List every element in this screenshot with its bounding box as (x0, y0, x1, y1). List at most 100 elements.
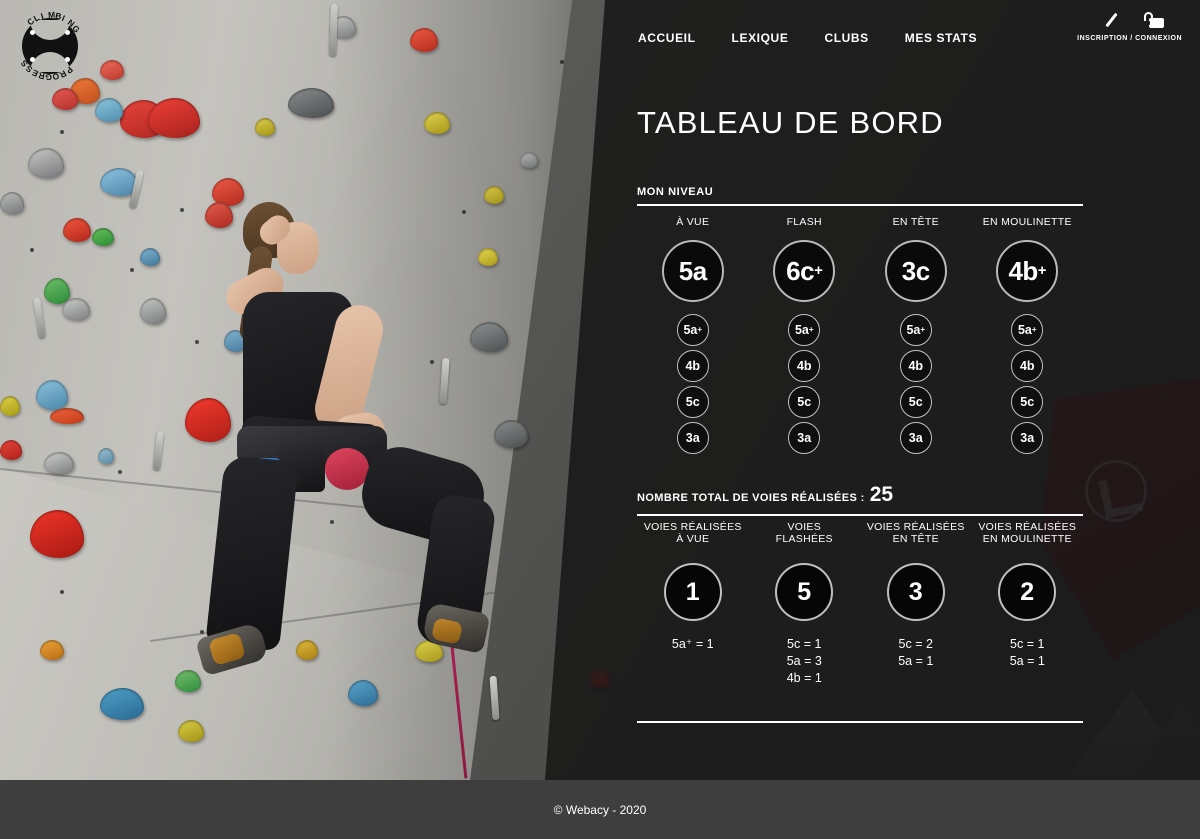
level-best-badge[interactable]: 5a (661, 240, 724, 302)
level-best-grade: 4b (1008, 255, 1038, 286)
wall-bolt (60, 130, 64, 134)
totals-column-en-tete: VOIES RÉALISÉES EN TÊTE 3 5c = 2 5a = 1 (860, 521, 972, 670)
wall-bolt (180, 208, 184, 212)
auth-label[interactable]: INSCRIPTION / CONNEXION (1077, 35, 1182, 42)
grade-text: 5c (1020, 395, 1035, 409)
climbing-hold (140, 298, 166, 324)
level-grade-badge[interactable]: 4b (788, 350, 821, 382)
page-title: TABLEAU DE BORD (637, 105, 944, 140)
grade-text: 3a (797, 431, 812, 445)
level-grade-badge[interactable]: 5c (676, 386, 709, 418)
auth-area[interactable]: INSCRIPTION / CONNEXION (1077, 9, 1182, 42)
totals-column-label-line1: VOIES (787, 521, 822, 533)
level-column-flash: FLASH 6c + 5a + 4b 5c 3a (749, 216, 861, 454)
level-best-badge[interactable]: 4b + (996, 240, 1059, 302)
climbing-hold (50, 408, 84, 424)
totals-count-badge[interactable]: 2 (998, 563, 1057, 621)
level-best-grade: 5a (678, 255, 707, 286)
level-grade-badge[interactable]: 3a (676, 422, 709, 454)
level-best-badge[interactable]: 6c + (773, 240, 836, 302)
level-best-grade: 6c (786, 255, 815, 286)
divider-bottom (637, 721, 1083, 723)
level-grade-badge[interactable]: 5a + (899, 314, 932, 346)
footer-copyright: © Webacy - 2020 (553, 802, 647, 817)
level-grade-list: 5a + 4b 5c 3a (676, 312, 709, 454)
nav-item-accueil[interactable]: ACCUEIL (638, 31, 696, 45)
level-column-en-moulinette: EN MOULINETTE 4b + 5a + 4b 5c 3a (972, 216, 1084, 454)
level-grade-badge[interactable]: 4b (1011, 350, 1044, 382)
pencil-icon[interactable] (1103, 12, 1119, 28)
footer: © Webacy - 2020 (0, 780, 1200, 839)
climbing-hold (0, 440, 22, 460)
level-grade-list: 5a + 4b 5c 3a (788, 312, 821, 454)
totals-column-label-line2: FLASHÉES (775, 533, 833, 545)
level-grade-badge[interactable]: 5a + (1011, 314, 1044, 346)
lock-icon[interactable] (1141, 12, 1164, 28)
divider (637, 204, 1083, 206)
climbing-hold (36, 380, 68, 410)
wall-bolt (560, 60, 564, 64)
grade-text: 4b (796, 359, 812, 373)
totals-count-badge[interactable]: 3 (886, 563, 945, 621)
level-grade-list: 5a + 4b 5c 3a (899, 312, 932, 454)
level-section: MON NIVEAU (637, 186, 1083, 206)
totals-column-label-line1: VOIES RÉALISÉES (866, 521, 965, 533)
level-grade-badge[interactable]: 4b (676, 350, 709, 382)
main-nav: ACCUEIL LEXIQUE CLUBS MES STATS (638, 31, 977, 45)
level-grade-badge[interactable]: 5a + (788, 314, 821, 346)
nav-item-clubs[interactable]: CLUBS (824, 31, 868, 45)
grade-text: 3a (685, 431, 700, 445)
app-root: CLIMBING PROGRESS ACCUEIL LEXIQUE CLUBS … (0, 0, 1200, 839)
level-section-heading: MON NIVEAU (637, 186, 714, 198)
level-column-label: FLASH (786, 216, 822, 228)
totals-detail: 5a⁺ = 1 (671, 637, 714, 651)
climbing-hold (28, 148, 64, 178)
grade-text: 4b (685, 359, 701, 373)
totals-column-flashees: VOIES FLASHÉES 5 5c = 1 5a = 3 4b = 1 (749, 521, 861, 687)
grade-text: 5a (1017, 323, 1032, 337)
level-grade-badge[interactable]: 5c (899, 386, 932, 418)
level-column-label: EN TÊTE (892, 216, 939, 228)
climbing-hold (0, 192, 24, 214)
level-grade-badge[interactable]: 3a (899, 422, 932, 454)
level-columns: À VUE 5a 5a + 4b 5c 3a FLASH 6c + 5a + 4… (637, 216, 1083, 454)
totals-column-label-line1: VOIES RÉALISÉES (643, 521, 742, 533)
level-grade-badge[interactable]: 5c (788, 386, 821, 418)
totals-count-badge[interactable]: 1 (663, 563, 722, 621)
climbing-hold (30, 510, 84, 558)
climbing-hold (148, 98, 200, 138)
climbing-hold (95, 98, 123, 122)
totals-column-en-moulinette: VOIES RÉALISÉES EN MOULINETTE 2 5c = 1 5a… (972, 521, 1084, 670)
nav-item-mes-stats[interactable]: MES STATS (905, 31, 977, 45)
climbing-hold (178, 720, 204, 742)
climbing-hold (424, 112, 450, 134)
level-best-badge[interactable]: 3c (884, 240, 947, 302)
grade-text: 5a (794, 323, 809, 337)
climbing-hold (410, 28, 438, 52)
grade-text: 5a (906, 323, 921, 337)
climbing-hold (288, 88, 334, 118)
level-grade-badge[interactable]: 3a (1011, 422, 1044, 454)
climbing-hold (0, 396, 20, 416)
totals-count-badge[interactable]: 5 (775, 563, 834, 621)
level-grade-badge[interactable]: 3a (788, 422, 821, 454)
climbing-hold (44, 452, 74, 474)
climber-figure (185, 196, 515, 716)
totals-column-a-vue: VOIES RÉALISÉES À VUE 1 5a⁺ = 1 (637, 521, 749, 653)
level-grade-badge[interactable]: 5a + (676, 314, 709, 346)
level-grade-badge[interactable]: 5c (1011, 386, 1044, 418)
grade-text: 3a (1020, 431, 1035, 445)
grade-text: 4b (908, 359, 924, 373)
totals-column-label-line2: EN MOULINETTE (982, 533, 1072, 545)
totals-column-label-line1: VOIES RÉALISÉES (978, 521, 1077, 533)
grade-text: 5c (908, 395, 923, 409)
divider (637, 514, 1083, 516)
totals-count: 25 (869, 483, 894, 506)
level-column-a-vue: À VUE 5a 5a + 4b 5c 3a (637, 216, 749, 454)
nav-item-lexique[interactable]: LEXIQUE (732, 31, 789, 45)
logo[interactable]: CLIMBING PROGRESS (8, 4, 92, 88)
grade-text: 3a (908, 431, 923, 445)
level-column-en-tete: EN TÊTE 3c 5a + 4b 5c 3a (860, 216, 972, 454)
level-grade-badge[interactable]: 4b (899, 350, 932, 382)
level-column-label: À VUE (676, 216, 710, 228)
